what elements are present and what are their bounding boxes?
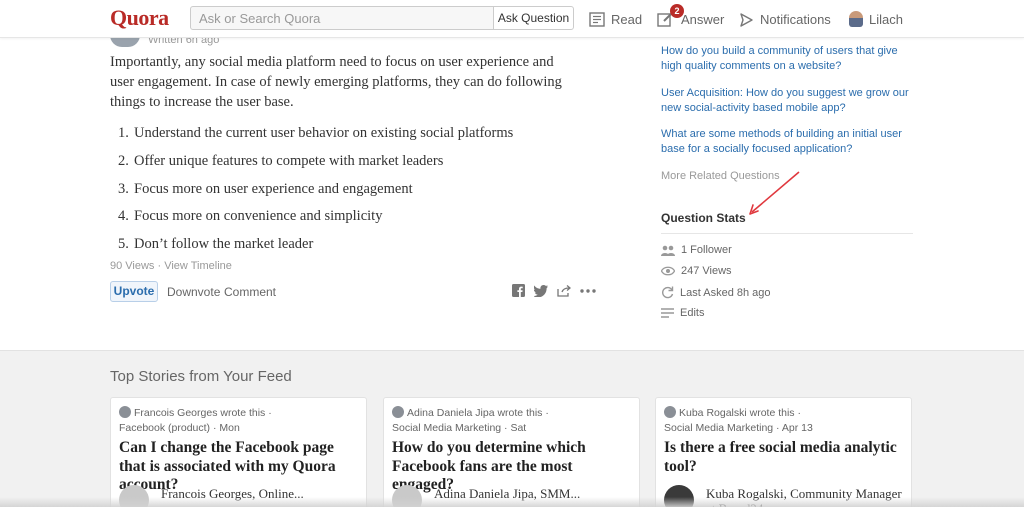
story-topic-line[interactable]: Facebook (product) · Mon — [119, 422, 240, 434]
related-question-link[interactable]: User Acquisition: How do you suggest we … — [661, 86, 921, 116]
refresh-icon — [662, 286, 674, 299]
answer-paragraph: Importantly, any social media platform n… — [110, 54, 562, 110]
upvote-button[interactable]: Upvote — [110, 281, 158, 302]
story-author-line[interactable]: Adina Daniela Jipa wrote this · — [407, 407, 549, 419]
followers-count[interactable]: 1 Follower — [681, 244, 732, 256]
story-topic-line[interactable]: Social Media Marketing · Sat — [392, 422, 526, 434]
bottom-fade — [0, 497, 1024, 507]
story-meta: Adina Daniela Jipa wrote this · Social M… — [392, 406, 632, 436]
story-card[interactable]: Adina Daniela Jipa wrote this · Social M… — [383, 397, 640, 507]
nav-answer-label: Answer — [681, 11, 725, 27]
share-arrow-icon[interactable] — [557, 284, 571, 297]
nav-user-profile[interactable]: Lilach — [849, 8, 903, 30]
facebook-icon[interactable] — [512, 284, 525, 297]
story-author-mini-avatar — [664, 406, 676, 418]
nav-read[interactable]: Read — [589, 8, 642, 30]
list-item-number: 1. — [118, 125, 129, 141]
story-author-mini-avatar — [119, 406, 131, 418]
list-item-text: Focus more on convenience and simplicity — [134, 208, 383, 225]
question-stats-heading: Question Stats — [661, 211, 746, 225]
search-input[interactable]: Ask or Search Quora — [190, 6, 494, 30]
ask-question-button[interactable]: Ask Question — [493, 6, 574, 30]
answer-views-timeline[interactable]: 90 Views · View Timeline — [110, 260, 232, 272]
notifications-icon — [740, 12, 753, 27]
list-item: 2. Offer unique features to compete with … — [118, 152, 588, 180]
story-author-line[interactable]: Francois Georges wrote this · — [134, 407, 272, 419]
user-avatar — [849, 11, 863, 27]
answer-icon-wrap: 2 — [657, 4, 684, 27]
share-icons — [512, 284, 596, 297]
top-nav-bar: Quora Ask or Search Quora Ask Question R… — [0, 0, 1024, 38]
nav-notifications[interactable]: Notifications — [739, 8, 831, 30]
list-item-number: 4. — [118, 208, 129, 225]
nav-notifications-label: Notifications — [760, 11, 831, 27]
stats-divider — [661, 233, 913, 234]
stat-followers: 1 Follower — [661, 244, 732, 256]
followers-icon — [661, 245, 675, 256]
stat-last-asked: Last Asked 8h ago — [661, 286, 771, 299]
views-count: 247 Views — [681, 265, 732, 277]
list-item-number: 2. — [118, 152, 129, 169]
story-meta: Francois Georges wrote this · Facebook (… — [119, 406, 359, 436]
edits-link[interactable]: Edits — [680, 307, 704, 319]
edits-icon — [661, 308, 674, 318]
read-icon — [589, 11, 605, 27]
twitter-icon[interactable] — [534, 284, 548, 297]
list-item-text: Focus more on user experience and engage… — [134, 180, 413, 197]
list-item-number: 5. — [118, 236, 129, 253]
list-item-number: 3. — [118, 180, 129, 197]
list-item: 5. Don’t follow the market leader — [118, 235, 588, 263]
user-name: Lilach — [869, 11, 903, 27]
eye-icon — [661, 266, 675, 276]
list-item: 3. Focus more on user experience and enga… — [118, 180, 588, 208]
related-question-link[interactable]: How do you build a community of users th… — [661, 44, 921, 74]
story-author-line[interactable]: Kuba Rogalski wrote this · — [679, 407, 801, 419]
downvote-button[interactable]: Downvote — [167, 285, 220, 299]
list-item-text: Don’t follow the market leader — [134, 236, 314, 253]
answer-count-badge: 2 — [670, 4, 684, 18]
story-author-mini-avatar — [392, 406, 404, 418]
nav-read-label: Read — [611, 11, 643, 27]
comment-button[interactable]: Comment — [224, 285, 276, 299]
related-question-link[interactable]: What are some methods of building an ini… — [661, 127, 921, 157]
stat-views: 247 Views — [661, 265, 732, 277]
list-item-text: Understand the current user behavior on … — [134, 125, 514, 141]
story-meta: Kuba Rogalski wrote this · Social Media … — [664, 406, 904, 436]
answer-list: 1. Understand the current user behavior o… — [118, 124, 588, 263]
nav-answer[interactable]: 2 Answer — [657, 4, 725, 30]
more-options-icon[interactable] — [580, 288, 596, 293]
list-item-text: Offer unique features to compete with ma… — [134, 152, 444, 169]
list-item: 1. Understand the current user behavior o… — [118, 124, 588, 152]
quora-logo[interactable]: Quora — [110, 5, 169, 31]
top-stories-heading: Top Stories from Your Feed — [110, 368, 292, 385]
last-asked-text: Last Asked 8h ago — [680, 286, 771, 299]
story-topic-line[interactable]: Social Media Marketing · Apr 13 — [664, 422, 813, 434]
story-card[interactable]: Kuba Rogalski wrote this · Social Media … — [655, 397, 912, 507]
story-title[interactable]: Is there a free social media analytic to… — [664, 439, 906, 476]
story-card[interactable]: Francois Georges wrote this · Facebook (… — [110, 397, 367, 507]
more-related-questions-link[interactable]: More Related Questions — [661, 170, 780, 182]
stat-edits: Edits — [661, 307, 704, 319]
list-item: 4. Focus more on convenience and simplici… — [118, 207, 588, 235]
